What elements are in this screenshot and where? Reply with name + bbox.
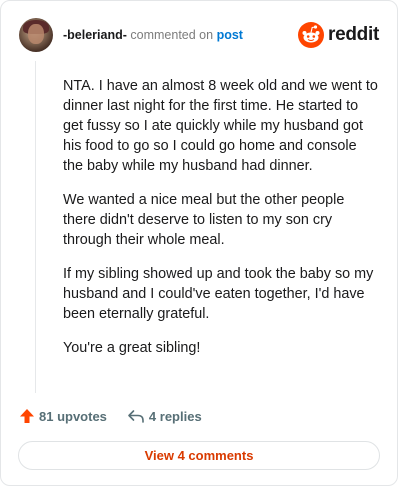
avatar[interactable]: [19, 18, 53, 52]
view-comments-button[interactable]: View 4 comments: [18, 441, 380, 470]
reply-button[interactable]: 4 replies: [127, 408, 202, 424]
reddit-logo-icon: [298, 22, 325, 48]
reply-icon: [128, 410, 144, 423]
reply-count: 4 replies: [148, 408, 202, 424]
byline: -beleriand- commented on post: [63, 27, 243, 43]
comment-paragraph: You're a great sibling!: [63, 340, 201, 356]
avatar-face: [28, 24, 44, 44]
comment-paragraph: If my sibling showed up and took the bab…: [63, 266, 374, 322]
upvote-arrow-icon: [20, 409, 34, 423]
comment-paragraph: NTA. I have an almost 8 week old and we …: [63, 78, 378, 174]
brand-wordmark: reddit: [328, 24, 379, 45]
upvote-count: 81 upvotes: [39, 408, 107, 424]
comment-actions: 81 upvotes 4 replies: [19, 406, 222, 426]
reddit-brand[interactable]: reddit: [298, 20, 379, 50]
action-text: commented on: [130, 28, 214, 42]
post-link[interactable]: post: [217, 28, 243, 42]
comment-paragraph: We wanted a nice meal but the other peop…: [63, 192, 345, 248]
thread-line: [35, 61, 36, 393]
username[interactable]: -beleriand-: [63, 28, 127, 42]
upvote-button[interactable]: 81 upvotes: [19, 408, 107, 424]
comment-card: -beleriand- commented on post reddit NTA…: [0, 0, 398, 486]
comment-body: NTA. I have an almost 8 week old and we …: [63, 76, 379, 372]
comment-header: -beleriand- commented on post reddit: [15, 16, 383, 52]
